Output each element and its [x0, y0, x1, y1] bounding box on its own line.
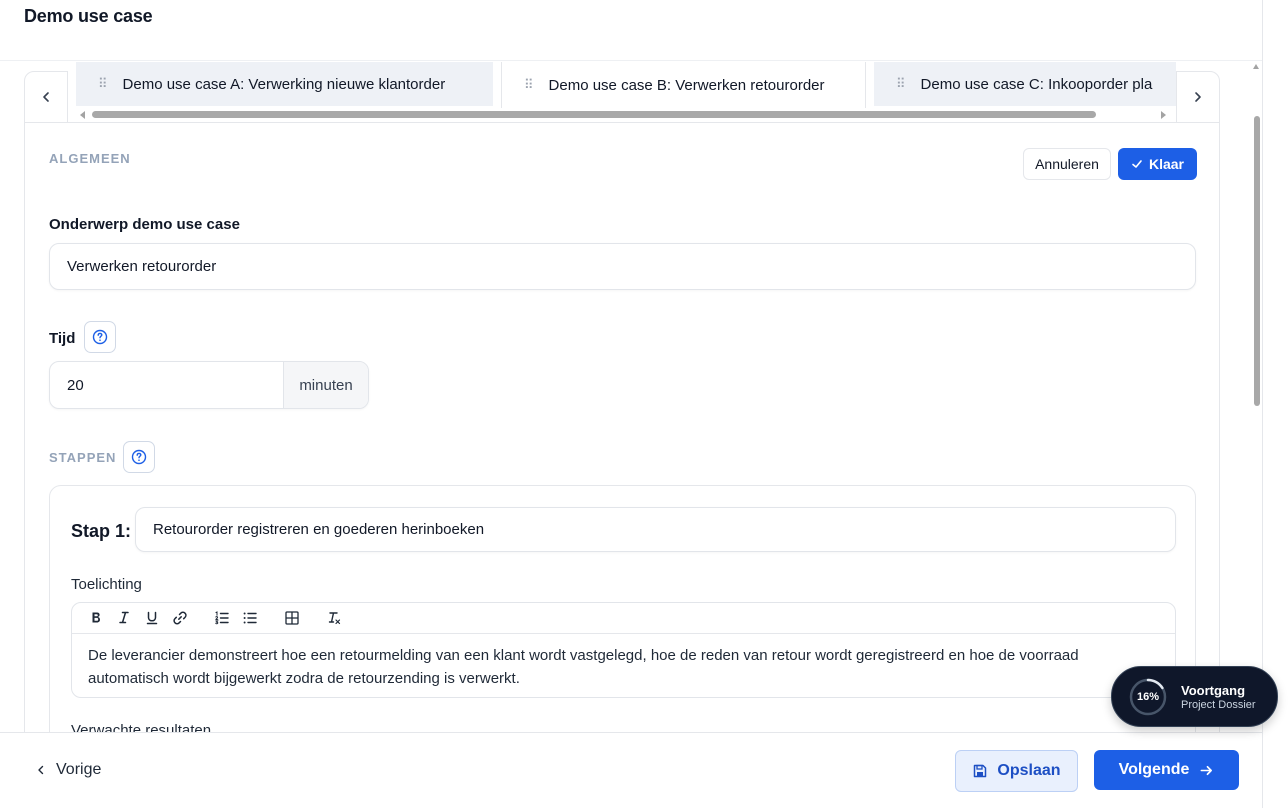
time-unit-addon: minuten — [284, 362, 368, 408]
time-label: Tijd — [49, 330, 76, 347]
underline-icon[interactable] — [141, 607, 163, 629]
save-button[interactable]: Opslaan — [955, 750, 1078, 792]
scroll-left-arrow-icon[interactable] — [80, 111, 85, 119]
table-icon[interactable] — [281, 607, 303, 629]
explanation-label: Toelichting — [71, 576, 142, 593]
tab-use-case-b[interactable]: ⠿ Demo use case B: Verwerken retourorder — [501, 62, 866, 108]
expected-results-text: Verwachte resultaten — [71, 722, 212, 732]
editor-toolbar — [72, 603, 1175, 634]
header-divider — [0, 60, 1262, 61]
page-title: Demo use case — [24, 6, 153, 26]
progress-subtitle: Project Dossier — [1181, 698, 1256, 711]
time-input[interactable]: 20 — [50, 362, 284, 408]
previous-label: Vorige — [56, 761, 102, 778]
subject-input[interactable]: Verwerken retourorder — [49, 243, 1196, 290]
tabs-scrollbar[interactable] — [78, 108, 1168, 120]
next-button[interactable]: Volgende — [1094, 750, 1239, 790]
question-circle-icon — [131, 449, 147, 465]
next-label: Volgende — [1118, 761, 1190, 778]
progress-percent: 16% — [1136, 690, 1160, 703]
chevron-left-icon — [38, 765, 44, 775]
step-title-input[interactable]: Retourorder registreren en goederen heri… — [135, 507, 1176, 552]
time-input-group: 20 minuten — [49, 361, 369, 409]
tab-label: Demo use case C: Inkooporder pla — [920, 75, 1153, 93]
drag-handle-icon[interactable]: ⠿ — [524, 77, 533, 93]
save-label: Opslaan — [997, 762, 1061, 779]
save-icon — [974, 764, 987, 778]
subject-label: Onderwerp demo use case — [49, 216, 240, 233]
cancel-button[interactable]: Annuleren — [1023, 148, 1111, 180]
page-scrollbar[interactable] — [1250, 62, 1262, 732]
tabs-scrollbar-thumb[interactable] — [92, 111, 1096, 118]
scroll-right-arrow-icon[interactable] — [1161, 111, 1166, 119]
tab-use-case-c[interactable]: ⠿ Demo use case C: Inkooporder pla — [874, 62, 1176, 106]
drag-handle-icon[interactable]: ⠿ — [896, 76, 905, 92]
explanation-editor: De leverancier demonstreert hoe een reto… — [71, 602, 1176, 698]
expected-results-label: Verwachte resultaten — [71, 722, 211, 732]
footer-bar: Vorige Opslaan Volgende — [0, 732, 1262, 808]
previous-button[interactable]: Vorige — [36, 761, 101, 779]
progress-widget[interactable]: 16% Voortgang Project Dossier — [1111, 666, 1278, 727]
use-case-card: ALGEMEEN Annuleren Klaar Onderwerp demo … — [24, 122, 1220, 765]
tab-label: Demo use case B: Verwerken retourorder — [548, 76, 825, 94]
chevron-left-icon — [43, 92, 49, 102]
link-icon[interactable] — [169, 607, 191, 629]
steps-help-button[interactable] — [123, 441, 155, 473]
step-number-label: Stap 1: — [71, 521, 132, 541]
section-label-steps: STAPPEN — [49, 450, 117, 465]
progress-ring: 16% — [1128, 677, 1168, 717]
step-card: Stap 1: Retourorder registreren en goede… — [49, 485, 1196, 765]
italic-icon[interactable] — [113, 607, 135, 629]
tabs-next-button[interactable] — [1176, 71, 1220, 123]
scrollbar-thumb[interactable] — [1254, 116, 1260, 406]
tab-label: Demo use case A: Verwerking nieuwe klant… — [122, 75, 446, 93]
done-button-label: Klaar — [1148, 156, 1185, 172]
bullet-list-icon[interactable] — [239, 607, 261, 629]
question-circle-icon — [92, 329, 108, 345]
time-help-button[interactable] — [84, 321, 116, 353]
tab-use-case-a[interactable]: ⠿ Demo use case A: Verwerking nieuwe kla… — [76, 62, 493, 106]
scroll-up-arrow-icon[interactable] — [1253, 64, 1259, 69]
check-icon — [1132, 160, 1142, 168]
drag-handle-icon[interactable]: ⠿ — [98, 76, 107, 92]
clear-format-icon[interactable] — [323, 607, 345, 629]
progress-title: Voortgang — [1181, 682, 1246, 698]
done-button[interactable]: Klaar — [1118, 148, 1197, 180]
tabs-prev-button[interactable] — [24, 71, 68, 123]
chevron-right-icon — [1195, 92, 1201, 102]
tab-strip: ⠿ Demo use case A: Verwerking nieuwe kla… — [68, 62, 1176, 122]
arrow-right-icon — [1200, 765, 1213, 775]
section-label-general: ALGEMEEN — [49, 151, 131, 166]
explanation-text[interactable]: De leverancier demonstreert hoe een reto… — [72, 634, 1175, 700]
ordered-list-icon[interactable] — [211, 607, 233, 629]
bold-icon[interactable] — [85, 607, 107, 629]
